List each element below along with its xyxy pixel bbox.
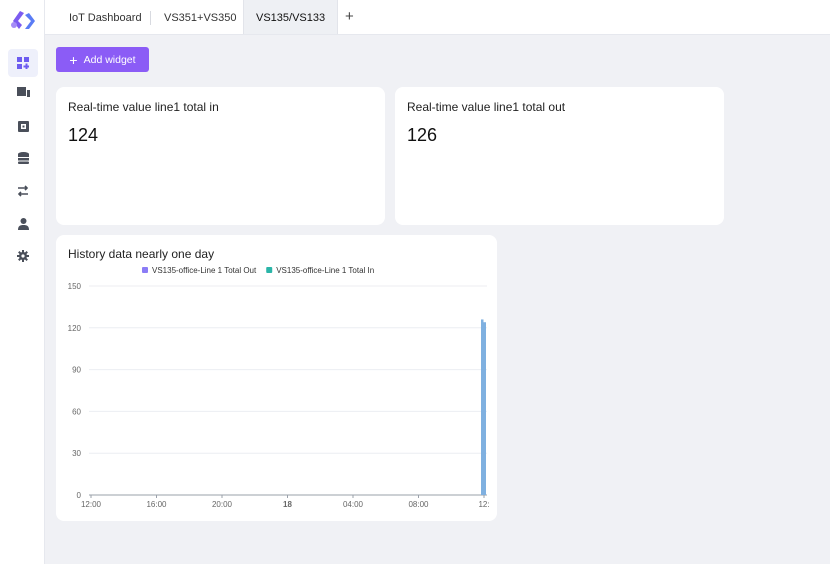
widget-value: 126 xyxy=(407,125,438,145)
x-tick-label: 18 xyxy=(283,500,292,509)
sidebar-item-workflow[interactable] xyxy=(8,177,38,205)
x-tick-label: 16:00 xyxy=(146,500,167,509)
x-tick-label: 20:00 xyxy=(212,500,233,509)
database-icon xyxy=(17,152,29,164)
legend-swatch xyxy=(142,267,148,273)
y-tick-label: 60 xyxy=(72,407,81,416)
tab-vs135-vs133[interactable]: VS135/VS133 xyxy=(243,0,339,34)
add-tab-button[interactable]: + xyxy=(345,0,354,34)
y-tick-label: 90 xyxy=(72,366,81,375)
swap-arrows-icon xyxy=(17,185,29,197)
tab-bar: IoT Dashboard VS351+VS350 VS135/VS133 + xyxy=(45,0,830,35)
history-chart: VS135-office-Line 1 Total Out VS135-offic… xyxy=(68,266,490,509)
legend-label: VS135-office-Line 1 Total In xyxy=(276,266,374,275)
y-tick-label: 120 xyxy=(68,324,82,333)
add-widget-label: Add widget xyxy=(83,53,136,66)
brand-logo-icon[interactable] xyxy=(10,9,36,31)
widget-title: Real-time value line1 total in xyxy=(68,100,219,114)
x-tick-label: 04:00 xyxy=(343,500,364,509)
y-tick-label: 30 xyxy=(72,449,81,458)
tab-divider xyxy=(150,11,151,25)
widget-title: Real-time value line1 total out xyxy=(407,100,566,114)
dashboard-grid-icon xyxy=(17,57,29,69)
y-tick-label: 0 xyxy=(77,491,82,500)
sidebar-item-settings[interactable] xyxy=(8,242,38,270)
chart-bar xyxy=(483,322,486,495)
widget-line-out[interactable]: Real-time value line1 total out 126 xyxy=(395,87,724,225)
legend-label: VS135-office-Line 1 Total Out xyxy=(152,266,257,275)
sidebar-item-devices[interactable] xyxy=(8,78,38,106)
gear-icon xyxy=(17,250,29,262)
sidebar-item-database[interactable] xyxy=(8,144,38,172)
add-widget-button[interactable]: + Add widget xyxy=(56,47,149,72)
chip-box-icon xyxy=(17,121,29,132)
tab-iot-dashboard[interactable]: IoT Dashboard xyxy=(57,0,154,34)
x-tick-label: 12: xyxy=(478,500,489,509)
x-tick-label: 12:00 xyxy=(81,500,102,509)
device-icon xyxy=(16,86,30,97)
widget-line-in[interactable]: Real-time value line1 total in 124 xyxy=(56,87,385,225)
widget-history-chart[interactable]: History data nearly one day VS135-office… xyxy=(56,235,497,521)
sidebar-item-device-template[interactable] xyxy=(8,112,38,140)
sidebar-item-user[interactable] xyxy=(8,210,38,238)
sidebar xyxy=(0,0,45,564)
chart-bar xyxy=(481,319,484,495)
sidebar-item-dashboard[interactable] xyxy=(8,49,38,77)
tab-vs351-vs350[interactable]: VS351+VS350 xyxy=(152,0,248,34)
x-tick-label: 08:00 xyxy=(408,500,429,509)
y-tick-label: 150 xyxy=(68,282,82,291)
plus-icon: + xyxy=(69,51,78,68)
widget-value: 124 xyxy=(68,125,99,145)
user-icon xyxy=(17,218,29,230)
legend-swatch xyxy=(266,267,273,273)
